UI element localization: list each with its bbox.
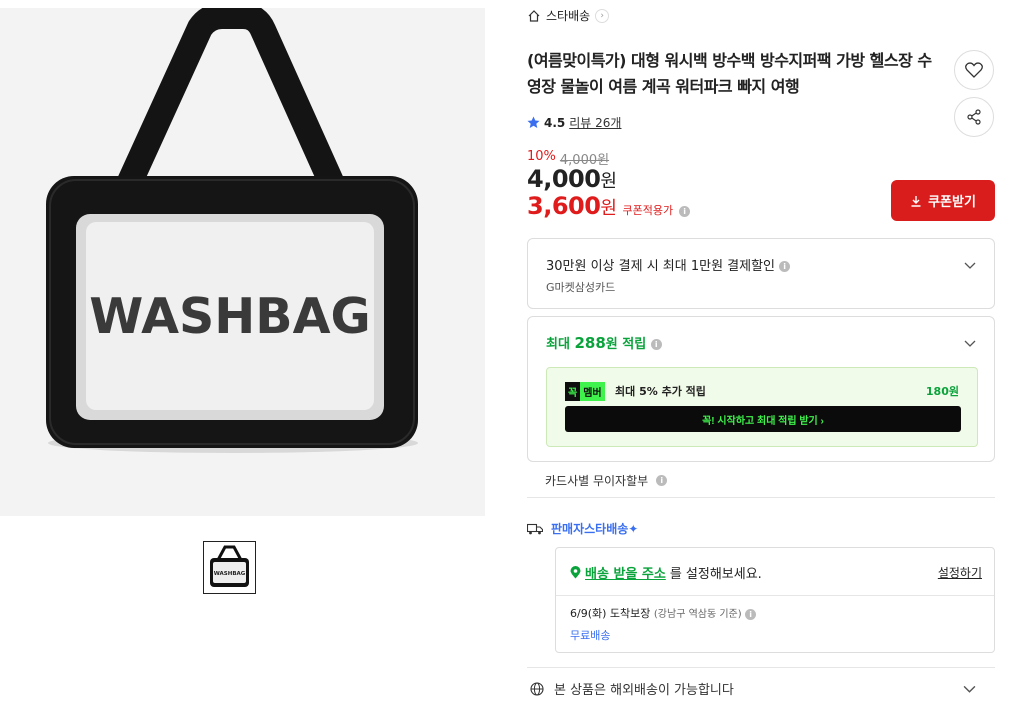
washbag-text: WASHBAG <box>89 288 371 345</box>
globe-icon <box>530 681 544 696</box>
delivery-eta-note: (강남구 역삼동 기준) <box>653 609 742 620</box>
points-box: 최대 288원 적립 i 꼭 멤버 최대 5% 추가 적립 180원 꼭! 시작하… <box>527 316 995 462</box>
chevron-down-icon[interactable] <box>963 682 976 695</box>
shipping-fee: 무료배송 <box>570 629 611 642</box>
membership-points: 180원 <box>925 385 959 398</box>
heart-icon <box>965 62 983 78</box>
info-icon[interactable]: i <box>656 475 668 486</box>
divider <box>527 667 995 668</box>
membership-desc: 최대 5% 추가 적립 <box>615 385 706 398</box>
card-benefit-card: G마켓삼성카드 <box>546 281 616 294</box>
coupon-price: 3,600원 쿠폰적용가 i <box>527 192 691 220</box>
share-icon <box>967 109 981 125</box>
chevron-down-icon[interactable] <box>964 337 976 349</box>
delivery-eta: 6/9(화) 도착보장 (강남구 역삼동 기준) i <box>570 605 757 621</box>
info-icon[interactable]: i <box>745 608 757 620</box>
card-benefit-box[interactable]: 30만원 이상 결제 시 최대 1만원 결제할인 i G마켓삼성카드 <box>527 238 995 309</box>
review-count-link[interactable]: 리뷰 26개 <box>569 114 621 131</box>
delivery-eta-text: 6/9(화) 도착보장 <box>570 607 651 620</box>
shipping-box: 배송 받을 주소 를 설정해보세요. 설정하기 6/9(화) 도착보장 (강남구… <box>555 547 995 653</box>
chevron-right-icon: › <box>595 8 610 23</box>
shipping-address-section: 배송 받을 주소 를 설정해보세요. 설정하기 <box>556 548 994 596</box>
sale-price-unit: 원 <box>600 171 617 192</box>
coupon-price-note: 쿠폰적용가 <box>622 204 674 217</box>
info-icon[interactable]: i <box>779 261 791 272</box>
points-heading: 최대 288원 적립 i <box>546 333 662 352</box>
product-page: WASHBAG WASHBAG 스타배송 › (여름맞이특가) 대형 워시백 방… <box>0 0 1011 711</box>
points-amount: 288 <box>574 334 606 352</box>
card-benefit-text: 30만원 이상 결제 시 최대 1만원 결제할인 <box>546 259 776 274</box>
shipping-address-link[interactable]: 배송 받을 주소 <box>585 563 666 582</box>
washbag-illustration: WASHBAG <box>0 8 485 516</box>
coupon-download-button[interactable]: 쿠폰받기 <box>891 180 995 221</box>
thumbnail-text: WASHBAG <box>214 571 246 577</box>
membership-badge: 꼭 멤버 <box>565 382 605 401</box>
shipping-address-text: 를 설정해보세요. <box>669 567 762 582</box>
rating[interactable]: 4.5 리뷰 26개 <box>527 114 621 131</box>
coupon-price-unit: 원 <box>600 198 617 219</box>
installment-label: 카드사별 무이자할부 <box>545 474 649 488</box>
download-icon <box>911 195 921 207</box>
membership-badge-a: 꼭 <box>565 382 581 401</box>
card-benefit-title: 30만원 이상 결제 시 최대 1만원 결제할인 i <box>546 255 791 274</box>
installment-info[interactable]: 카드사별 무이자할부 i <box>545 472 668 489</box>
chevron-down-icon[interactable] <box>964 259 976 271</box>
shipping-address-prompt: 배송 받을 주소 를 설정해보세요. <box>570 563 762 582</box>
divider <box>527 497 995 498</box>
membership-panel: 꼭 멤버 최대 5% 추가 적립 180원 꼭! 시작하고 최대 적립 받기 › <box>546 367 978 447</box>
thumbnail-image: WASHBAG <box>204 542 255 593</box>
home-icon <box>528 9 540 22</box>
membership-badge-b: 멤버 <box>580 382 605 401</box>
share-button[interactable] <box>954 97 994 137</box>
overseas-label: 본 상품은 해외배송이 가능합니다 <box>554 683 734 698</box>
product-image[interactable]: WASHBAG <box>0 8 485 516</box>
set-address-link[interactable]: 설정하기 <box>938 564 982 581</box>
rating-score: 4.5 <box>544 115 566 130</box>
coupon-button-label: 쿠폰받기 <box>928 194 976 209</box>
membership-start-button[interactable]: 꼭! 시작하고 최대 적립 받기 › <box>565 406 961 432</box>
seller-shipping-label: 판매자스타배송✦ <box>527 520 638 537</box>
points-prefix: 최대 <box>546 337 570 352</box>
breadcrumb[interactable]: 스타배송 › <box>527 7 610 24</box>
product-title: (여름맞이특가) 대형 워시백 방수백 방수지퍼팩 가방 헬스장 수영장 물놀이… <box>527 51 932 96</box>
wishlist-button[interactable] <box>954 50 994 90</box>
overseas-shipping-row[interactable]: 본 상품은 해외배송이 가능합니다 <box>530 679 734 698</box>
coupon-price-number: 3,600 <box>527 192 601 220</box>
sale-price-number: 4,000 <box>527 165 601 193</box>
info-icon[interactable]: i <box>650 339 662 350</box>
truck-icon <box>527 523 543 534</box>
sale-price: 4,000원 <box>527 165 617 193</box>
breadcrumb-label: 스타배송 <box>546 9 591 23</box>
product-thumbnail[interactable]: WASHBAG <box>203 541 256 594</box>
info-icon[interactable]: i <box>679 206 691 217</box>
points-suffix: 원 적립 <box>605 337 647 352</box>
seller-label: 판매자스타배송✦ <box>551 522 639 536</box>
location-pin-icon <box>570 566 581 579</box>
star-icon <box>527 116 540 128</box>
